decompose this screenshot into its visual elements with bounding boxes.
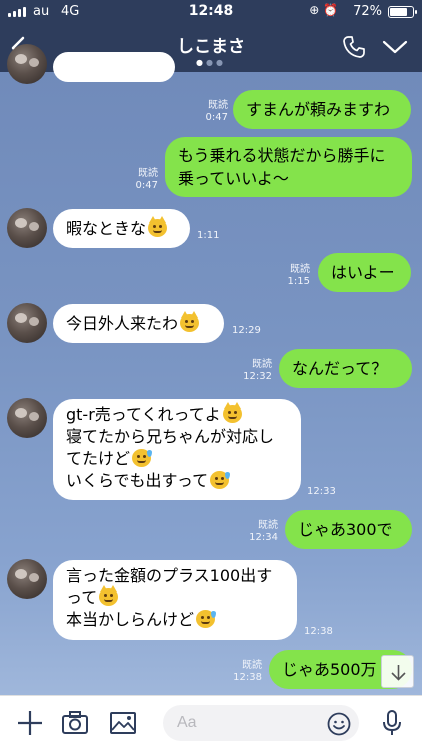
scroll-to-bottom-button[interactable] bbox=[381, 655, 414, 688]
cat-emoji-icon bbox=[148, 216, 168, 237]
message-time: 12:32 bbox=[243, 371, 272, 382]
avatar[interactable] bbox=[7, 208, 47, 248]
message-meta: 既読 12:32 bbox=[234, 359, 272, 383]
message-time: 1:15 bbox=[287, 276, 310, 287]
message-bubble-outgoing[interactable]: もう乗れる状態だから勝手に 乗っていいよ〜 bbox=[165, 137, 412, 197]
battery-percent: 72% bbox=[353, 4, 382, 19]
read-receipt: 既読 bbox=[242, 660, 262, 671]
message-bubble-outgoing[interactable]: はいよー bbox=[318, 253, 411, 292]
message-text: もう乗れる状態だから勝手に bbox=[178, 146, 386, 165]
cat-emoji-icon bbox=[180, 311, 200, 332]
message-text: はいよー bbox=[331, 263, 395, 282]
message-bubble-incoming[interactable]: 暇なときな bbox=[53, 209, 190, 248]
message-text: なんだって？ bbox=[292, 359, 388, 378]
message-time: 12:29 bbox=[232, 325, 261, 336]
lock-alarm-icon: ⊕ ⏰ bbox=[309, 3, 338, 17]
cat-emoji-icon bbox=[222, 402, 242, 423]
message-bubble-incoming[interactable]: 今日外人来たわ bbox=[53, 304, 224, 343]
message-text: 暇なときな bbox=[66, 219, 147, 238]
message-bubble-outgoing[interactable]: なんだって？ bbox=[279, 349, 412, 388]
message-meta: 既読 12:34 bbox=[240, 520, 278, 544]
message-text: いくらでも出すって bbox=[66, 471, 209, 490]
message-bubble-incoming[interactable]: 言った金額のプラス100出す って 本当かしらんけど bbox=[53, 560, 297, 640]
camera-icon[interactable] bbox=[60, 708, 90, 738]
avatar[interactable] bbox=[7, 398, 47, 438]
message-meta: 既読 1:15 bbox=[272, 264, 310, 288]
message-text: gt-r売ってくれってよ bbox=[66, 405, 221, 424]
message-bubble-incoming[interactable]: gt-r売ってくれってよ 寝てたから兄ちゃんが対応し てたけど いくらでも出すっ… bbox=[53, 399, 301, 500]
battery-icon bbox=[388, 6, 417, 18]
avatar[interactable] bbox=[7, 559, 47, 599]
message-text: って bbox=[66, 588, 98, 607]
read-receipt: 既読 bbox=[290, 264, 310, 275]
sweat-smile-emoji-icon bbox=[210, 471, 231, 489]
read-receipt: 既読 bbox=[258, 520, 278, 531]
read-receipt: 既読 bbox=[138, 168, 158, 179]
message-bubble-outgoing[interactable]: すまんが頼みますわ bbox=[233, 90, 411, 129]
message-text: 言った金額のプラス100出す bbox=[66, 566, 273, 585]
message-text: 寝てたから兄ちゃんが対応し bbox=[66, 427, 275, 446]
status-bar: au 4G 12:48 ⊕ ⏰ 72% bbox=[0, 0, 422, 24]
message-text: じゃあ300で bbox=[298, 520, 393, 539]
message-text: てたけど bbox=[66, 449, 131, 468]
image-icon[interactable] bbox=[108, 708, 138, 738]
message-meta: 既読 12:38 bbox=[224, 660, 262, 684]
phone-icon[interactable] bbox=[342, 35, 366, 59]
read-receipt: 既読 bbox=[252, 359, 272, 370]
message-meta: 既読 0:47 bbox=[120, 168, 158, 192]
message-time: 12:38 bbox=[304, 626, 333, 637]
avatar[interactable] bbox=[7, 303, 47, 343]
message-text: すまんが頼みますわ bbox=[246, 100, 391, 119]
plus-icon[interactable] bbox=[15, 708, 45, 738]
arrow-down-icon bbox=[391, 665, 406, 681]
read-receipt: 既読 bbox=[208, 100, 228, 111]
cat-emoji-icon bbox=[99, 585, 119, 606]
message-time: 0:47 bbox=[205, 112, 228, 123]
message-time: 0:47 bbox=[135, 180, 158, 191]
smiley-icon[interactable] bbox=[327, 712, 351, 736]
input-bar bbox=[0, 695, 422, 750]
message-text: じゃあ500万 bbox=[282, 660, 377, 679]
message-time: 1:11 bbox=[197, 230, 220, 241]
message-meta: 既読 0:47 bbox=[190, 100, 228, 124]
sweat-smile-emoji-icon bbox=[132, 449, 153, 467]
message-text: 乗っていいよ〜 bbox=[178, 169, 289, 188]
message-bubble-outgoing[interactable]: じゃあ300で bbox=[285, 510, 412, 549]
avatar[interactable] bbox=[7, 44, 47, 84]
message-text: 本当かしらんけど bbox=[66, 610, 195, 629]
microphone-icon[interactable] bbox=[377, 708, 407, 738]
message-time: 12:38 bbox=[233, 672, 262, 683]
sweat-smile-emoji-icon bbox=[196, 610, 217, 628]
chevron-down-icon[interactable] bbox=[382, 38, 408, 56]
message-text: 今日外人来たわ bbox=[66, 314, 179, 333]
message-bubble-partial bbox=[53, 52, 175, 82]
message-time: 12:33 bbox=[307, 486, 336, 497]
message-time: 12:34 bbox=[249, 532, 278, 543]
